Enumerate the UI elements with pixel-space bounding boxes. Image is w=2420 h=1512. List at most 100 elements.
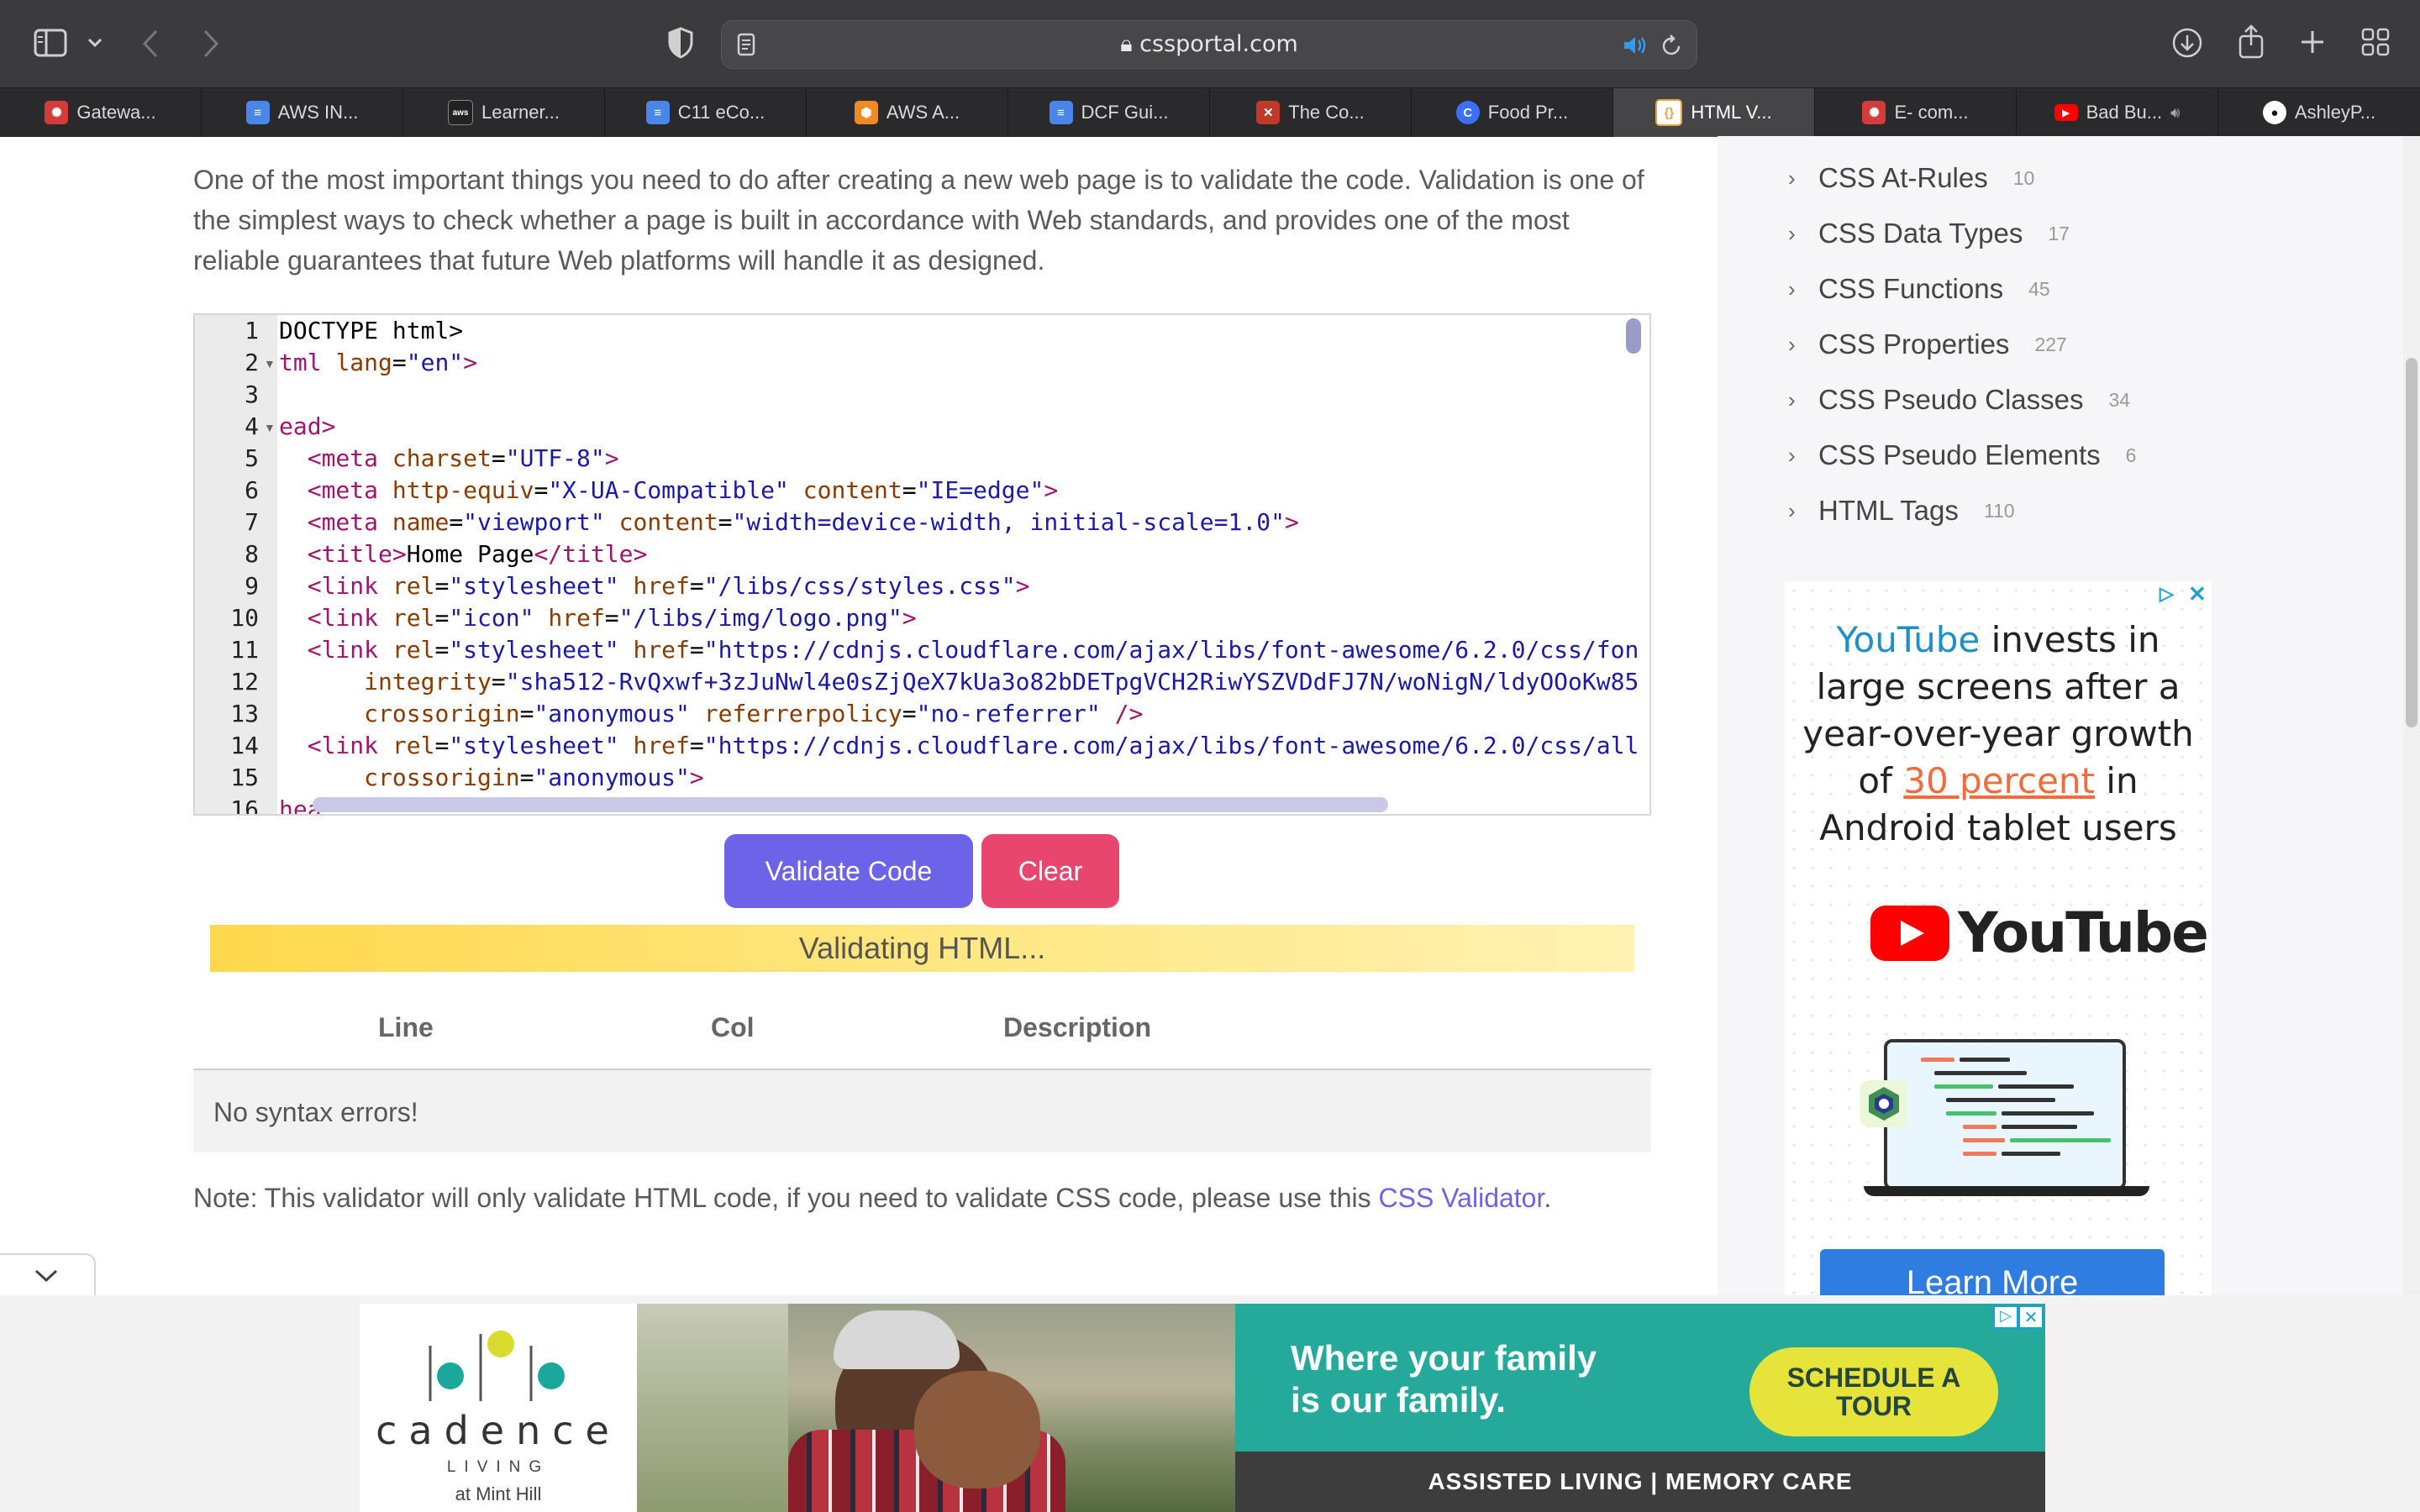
tab-favicon-icon: ✺ [1862,101,1886,124]
new-tab-plus-icon[interactable] [2299,29,2326,55]
tab-item[interactable]: ≡ AWS IN... [202,88,403,137]
intro-paragraph: One of the most important things you nee… [193,165,1644,276]
collapse-ad-button[interactable] [0,1253,96,1297]
cadence-living-sub: LIVING [446,1458,550,1476]
adchoices-icon[interactable]: ▷ [2160,583,2174,605]
code-line: <meta http-equiv="X-UA-Compatible" conte… [307,476,1059,504]
back-arrow-icon[interactable] [141,29,160,59]
sidebar-item-css-pseudo-classes[interactable]: › CSS Pseudo Classes 34 [1788,376,2130,423]
ad-photo [637,1304,1235,1512]
photo-dog [914,1371,1040,1488]
column-header-col: Col [711,1012,755,1042]
fold-arrow-icon[interactable]: ▼ [264,421,276,434]
line-number: 10 [230,604,259,632]
aws-icon: aws [448,100,474,125]
downloads-icon[interactable] [2171,27,2203,59]
code-line: crossorigin="anonymous" referrerpolicy="… [364,700,1144,727]
sidebar-item-css-pseudo-elements[interactable]: › CSS Pseudo Elements 6 [1788,432,2136,479]
sidebar-item-css-properties[interactable]: › CSS Properties 227 [1788,321,2067,368]
tab-item[interactable]: ≡ DCF Gui... [1008,88,1210,137]
page-scrollbar[interactable] [2403,136,2420,1295]
code-line: DOCTYPE html> [279,317,464,344]
validation-status-bar: Validating HTML... [210,925,1634,972]
address-bar[interactable]: 🔒︎ cssportal.com [721,20,1697,69]
result-message: No syntax errors! [213,1097,418,1127]
youtube-icon: ▶ [2054,104,2078,121]
tab-item[interactable]: ✕ The Co... [1210,88,1412,137]
sidebar-item-html-tags[interactable]: › HTML Tags 110 [1788,487,2015,534]
line-number: 9 [245,572,259,600]
forward-arrow-icon[interactable] [202,29,220,59]
github-icon: ● [2262,101,2286,124]
code-line: <meta charset="UTF-8"> [307,444,619,472]
line-number: 14 [230,732,259,759]
tab-favicon-icon: ✺ [45,101,69,124]
sidebar-item-css-functions[interactable]: › CSS Functions 45 [1788,265,2050,312]
banner-advertisement[interactable]: cadence LIVING at Mint Hill Where your f… [360,1304,2045,1512]
speaker-icon[interactable]: 🔊︎ [2170,104,2180,122]
close-ad-icon[interactable]: ✕ [2188,581,2207,607]
tab-item[interactable]: ● AshleyP... [2218,88,2420,137]
line-number: 7 [245,508,259,536]
laptop-illustration [1884,1039,2126,1190]
learn-more-button[interactable]: Learn More [1820,1249,2165,1295]
code-line: <title>Home Page</title> [307,540,648,568]
audio-playing-icon[interactable] [1623,35,1648,55]
sidebar-item-css-data-types[interactable]: › CSS Data Types 17 [1788,210,2070,257]
validate-code-button[interactable]: Validate Code [724,834,973,908]
google-docs-icon: ≡ [1049,101,1073,124]
line-number: 16 [230,795,259,816]
code-line: <link rel="stylesheet" href="/libs/css/s… [307,572,1030,600]
google-docs-icon: ≡ [245,101,270,124]
chevron-right-icon: › [1788,331,1796,357]
code-line: <link rel="icon" href="/libs/img/logo.pn… [307,604,917,632]
schedule-tour-button[interactable]: SCHEDULE A TOUR [1749,1347,1998,1436]
tab-item[interactable]: ✺ E- com... [1815,88,2017,137]
cadence-living-logo: cadence LIVING at Mint Hill [360,1304,637,1512]
tab-item[interactable]: ✺ Gatewa... [0,88,202,137]
share-icon[interactable] [2237,24,2265,59]
cadence-location: at Mint Hill [455,1483,542,1504]
chevron-right-icon: › [1788,497,1796,523]
clear-button[interactable]: Clear [981,834,1119,908]
tab-item[interactable]: aws Learner... [403,88,605,137]
tab-strip: ✺ Gatewa... ≡ AWS IN... aws Learner... ≡ C11… [0,87,2420,137]
tab-item[interactable]: ▶ Bad Bu... 🔊︎ [2017,88,2218,137]
adchoices-icon[interactable]: ▷ [1993,1305,2018,1329]
tab-item[interactable]: ≡ C11 eCo... [605,88,807,137]
laptop-base [1864,1186,2149,1196]
line-number: 2 [245,349,259,376]
close-ad-icon[interactable]: ✕ [2018,1305,2044,1329]
page-scrollbar-thumb[interactable] [2406,358,2417,727]
line-number: 6 [245,476,259,504]
table-row: No syntax errors! [193,1070,1651,1152]
chevron-down-icon[interactable] [87,37,103,49]
lock-icon: 🔒︎ [1120,31,1140,57]
cssportal-icon: {} [1655,99,1683,126]
column-header-description: Description [1003,1012,1152,1042]
css-validator-link[interactable]: CSS Validator [1379,1183,1544,1213]
chevron-right-icon: › [1788,442,1796,468]
privacy-shield-icon[interactable] [667,27,694,59]
fold-arrow-icon[interactable]: ▼ [264,357,276,370]
side-advertisement[interactable]: ▷ ✕ YouTube invests in large screens aft… [1785,581,2212,1295]
line-number: 5 [245,444,259,472]
code-line: crossorigin="anonymous"> [364,764,704,791]
chevron-right-icon: › [1788,220,1796,246]
editor-horizontal-scrollbar[interactable] [313,797,1388,812]
tab-item-active[interactable]: {} HTML V... [1613,88,1815,137]
reload-icon[interactable] [1661,34,1683,57]
address-text[interactable]: cssportal.com [1139,31,1298,57]
line-number: 1 [245,317,259,344]
line-number: 13 [230,700,259,727]
tab-item[interactable]: ⬢ AWS A... [807,88,1008,137]
code-line: <link rel="stylesheet" href="https://cdn… [307,732,1639,759]
tab-item[interactable]: C Food Pr... [1412,88,1613,137]
tab-overview-icon[interactable] [2361,28,2390,56]
code-line: <link rel="stylesheet" href="https://cdn… [307,636,1639,664]
sidebar-item-css-at-rules[interactable]: › CSS At-Rules 10 [1788,155,2034,202]
editor-vertical-scrollbar[interactable] [1626,318,1641,354]
code-line: tml lang="en"> [279,349,478,376]
sidebar-toggle-icon[interactable] [34,29,67,57]
code-editor[interactable]: 1 2 3 4 5 6 7 8 9 10 11 12 13 14 15 16 ▼… [193,313,1651,816]
